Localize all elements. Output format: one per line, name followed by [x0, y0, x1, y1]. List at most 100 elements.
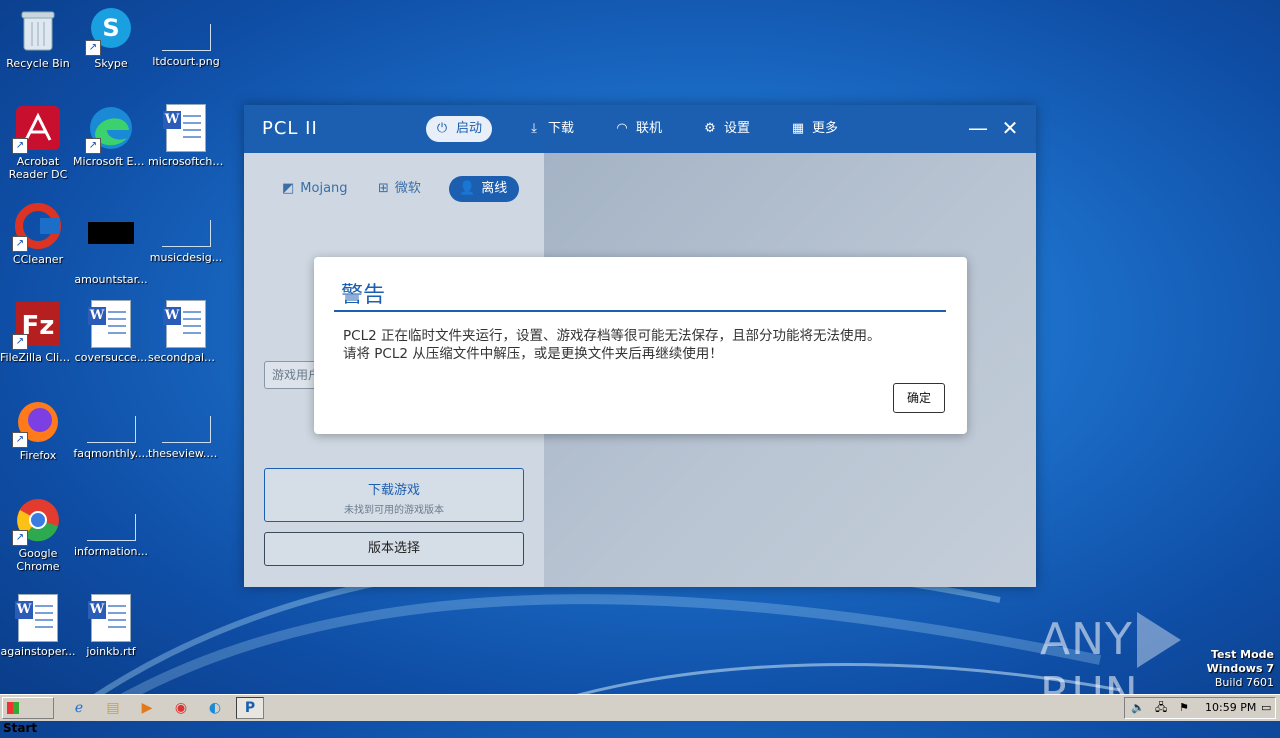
- login-tab-label: 微软: [394, 181, 421, 196]
- minimize-button[interactable]: —: [967, 117, 989, 139]
- start-button[interactable]: Start: [2, 697, 54, 735]
- tab-label: 下载: [548, 121, 575, 136]
- desktop-icon-label: againstoper...: [0, 645, 76, 658]
- word-document-icon: W: [87, 594, 135, 642]
- taskbar: Start ℯ ▤ ▶ ◉ ◐ P 🔈 🖧 ⚑ 10:59 PM ▭: [0, 694, 1280, 735]
- dialog-message-line: 请将 PCL2 从压缩文件中解压，或是更换文件夹后再继续使用！: [343, 346, 723, 362]
- svg-text:S: S: [102, 14, 119, 42]
- watermark-text: ANY: [1040, 614, 1133, 665]
- desktop-icon-ltdcourt[interactable]: ltdcourt.png: [148, 6, 224, 68]
- tab-launch[interactable]: ⏻ 启动: [426, 116, 493, 142]
- warning-dialog: 警告 PCL2 正在临时文件夹运行，设置、游戏存档等很可能无法保存，且部分功能将…: [314, 257, 967, 434]
- desktop-icon-ccleaner[interactable]: ↗ CCleaner: [0, 202, 76, 266]
- desktop-icon-acrobat[interactable]: ↗ Acrobat Reader DC: [0, 104, 76, 181]
- version-select-button[interactable]: 版本选择: [264, 532, 524, 566]
- tab-download[interactable]: ⤓ 下载: [518, 116, 584, 142]
- dialog-message-line: PCL2 正在临时文件夹运行，设置、游戏存档等很可能无法保存，且部分功能将无法使…: [343, 328, 881, 344]
- desktop-icon-label: CCleaner: [12, 253, 64, 266]
- close-button[interactable]: ✕: [999, 117, 1021, 139]
- desktop-icon-label: Recycle Bin: [6, 57, 70, 70]
- desktop-icon-theseview[interactable]: theseview.png: [148, 398, 224, 460]
- word-document-icon: W: [162, 300, 210, 348]
- login-tab-mojang[interactable]: ◩ Mojang: [272, 176, 360, 202]
- shortcut-arrow-icon: ↗: [12, 432, 28, 448]
- shortcut-arrow-icon: ↗: [12, 138, 28, 154]
- desktop-icon-secondpalm[interactable]: W secondpalm...: [148, 300, 224, 364]
- taskbar-media-player-icon[interactable]: ▶: [136, 698, 158, 718]
- tab-label: 更多: [812, 121, 839, 136]
- shortcut-arrow-icon: ↗: [12, 334, 28, 350]
- edge-icon: ↗: [85, 104, 135, 154]
- desktop-icon-label: musicdesig...: [149, 251, 223, 264]
- firefox-icon: ↗: [12, 398, 62, 448]
- tab-settings[interactable]: ⚙ 设置: [694, 116, 760, 142]
- download-icon: ⤓: [531, 121, 537, 136]
- image-file-icon: [86, 514, 136, 541]
- desktop-icon-amountstar[interactable]: amountstar...: [73, 202, 149, 286]
- word-document-icon: W: [14, 594, 62, 642]
- login-tab-label: Mojang: [300, 181, 348, 196]
- shortcut-arrow-icon: ↗: [12, 530, 28, 546]
- tab-online[interactable]: ◠ 联机: [606, 116, 672, 142]
- download-game-subtitle: 未找到可用的游戏版本: [344, 505, 444, 516]
- desktop-icon-label: Firefox: [19, 449, 57, 462]
- image-file-icon: [161, 220, 211, 247]
- desktop-icon-label: coversucce...: [74, 351, 148, 364]
- taskbar-explorer-icon[interactable]: ▤: [102, 698, 124, 718]
- clock[interactable]: 10:59 PM: [1205, 698, 1256, 718]
- login-tab-microsoft[interactable]: ⊞ 微软: [368, 176, 433, 202]
- desktop-icon-skype[interactable]: S ↗ Skype: [73, 6, 149, 70]
- dialog-title: 警告: [341, 283, 386, 308]
- image-file-icon: [161, 24, 211, 51]
- desktop-icon-label: secondpalm...: [148, 351, 224, 364]
- word-document-icon: W: [87, 300, 135, 348]
- ok-button[interactable]: 确定: [893, 383, 945, 413]
- taskbar-pcl-icon[interactable]: P: [236, 697, 264, 719]
- show-desktop-icon[interactable]: ▭: [1261, 698, 1271, 718]
- tab-label: 启动: [456, 121, 483, 136]
- title-bar[interactable]: PCL II ⏻ 启动 ⤓ 下载 ◠ 联机 ⚙ 设置 ▦ 更多 — ✕: [244, 105, 1036, 153]
- grid-icon: ▦: [791, 121, 805, 136]
- recycle-bin-icon: [14, 6, 62, 54]
- network-icon[interactable]: 🖧: [1155, 698, 1167, 718]
- shortcut-arrow-icon: ↗: [85, 40, 101, 56]
- tab-label: 联机: [636, 121, 663, 136]
- tab-more[interactable]: ▦ 更多: [782, 116, 848, 142]
- desktop-icon-filezilla[interactable]: Fz ↗ FileZilla Client: [0, 300, 76, 364]
- word-document-icon: W: [162, 104, 210, 152]
- chrome-icon: ↗: [12, 496, 62, 546]
- desktop-icon-joinkb[interactable]: W joinkb.rtf: [73, 594, 149, 658]
- taskbar-edge-icon[interactable]: ◐: [204, 698, 226, 718]
- dialog-divider: [334, 310, 946, 312]
- dialog-message: PCL2 正在临时文件夹运行，设置、游戏存档等很可能无法保存，且部分功能将无法使…: [343, 327, 953, 363]
- image-file-icon: [86, 416, 136, 443]
- desktop-icon-edge[interactable]: ↗ Microsoft Edge: [73, 104, 149, 168]
- desktop-icon-faqmonthly[interactable]: faqmonthly....: [73, 398, 149, 460]
- desktop-icon-microsoftchi[interactable]: W microsoftchi...: [148, 104, 224, 168]
- desktop-icon-firefox[interactable]: ↗ Firefox: [0, 398, 76, 462]
- system-tray: 🔈 🖧 ⚑ 10:59 PM ▭: [1124, 697, 1276, 719]
- desktop-icon-information[interactable]: information...: [73, 496, 149, 558]
- taskbar-chrome-icon[interactable]: ◉: [170, 698, 192, 718]
- desktop-icon-recycle-bin[interactable]: Recycle Bin: [0, 6, 76, 70]
- acrobat-icon: ↗: [12, 104, 62, 154]
- desktop-icon-musicdesig[interactable]: musicdesig...: [148, 202, 224, 264]
- login-tab-label: 离线: [481, 181, 508, 196]
- desktop-icon-againstoper[interactable]: W againstoper...: [0, 594, 76, 658]
- volume-icon[interactable]: 🔈: [1131, 698, 1145, 718]
- test-mode-notice: Test Mode Windows 7 Build 7601: [1207, 648, 1274, 690]
- test-mode-label: Test Mode: [1211, 648, 1274, 661]
- user-icon: 👤: [459, 181, 476, 196]
- desktop-icon-coversucce[interactable]: W coversucce...: [73, 300, 149, 364]
- windows-icon: ⊞: [378, 181, 389, 196]
- login-tab-offline[interactable]: 👤 离线: [449, 176, 520, 202]
- download-game-button[interactable]: 下载游戏 未找到可用的游戏版本: [264, 468, 524, 522]
- action-center-flag-icon[interactable]: ⚑: [1179, 698, 1189, 718]
- build-label: Build 7601: [1214, 676, 1274, 689]
- desktop-icon-chrome[interactable]: ↗ Google Chrome: [0, 496, 76, 573]
- skype-icon: S ↗: [85, 6, 135, 56]
- desktop-icon-label: faqmonthly....: [73, 447, 149, 460]
- ccleaner-icon: ↗: [12, 202, 62, 252]
- image-file-icon: [161, 416, 211, 443]
- taskbar-ie-icon[interactable]: ℯ: [68, 698, 90, 718]
